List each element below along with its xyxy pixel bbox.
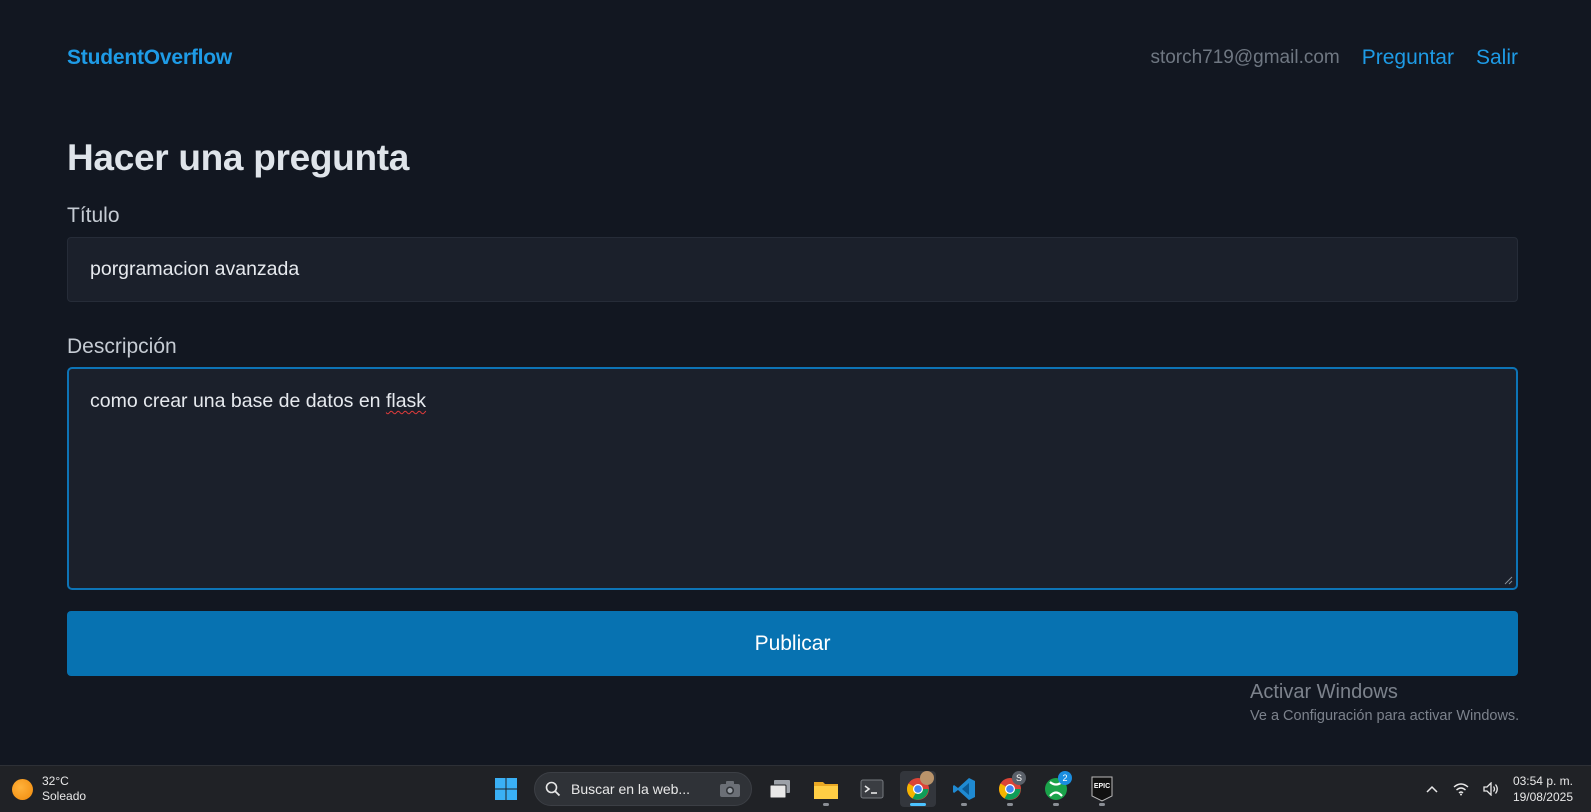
activate-windows-watermark: Activar Windows Ve a Configuración para … [1250,681,1519,724]
weather-temperature: 32°C [42,774,69,788]
sun-icon [12,778,33,800]
running-indicator [1099,803,1105,806]
app-page: StudentOverflow storch719@gmail.com Preg… [0,0,1591,765]
running-indicator [1053,803,1059,806]
top-nav: storch719@gmail.com Preguntar Salir [1150,46,1518,70]
taskbar-search[interactable]: Buscar en la web... [534,772,752,806]
page-title: Hacer una pregunta [67,137,410,178]
title-input[interactable]: porgramacion avanzada [67,237,1518,302]
active-indicator [910,803,926,806]
terminal-button[interactable] [854,771,890,807]
running-indicator [961,803,967,806]
file-explorer-button[interactable] [808,771,844,807]
taskbar: 32°C Soleado Buscar en la web... S 2 EPI… [0,765,1591,812]
logout-link[interactable]: Salir [1476,46,1518,70]
search-icon [545,781,561,797]
epic-games-icon: EPIC [1091,776,1113,802]
watermark-subtitle: Ve a Configuración para activar Windows. [1250,708,1520,724]
clock-time: 03:54 p. m. [1512,774,1573,788]
clock-date: 19/08/2025 [1512,790,1573,804]
windows-logo-icon [495,778,517,800]
camera-search-icon[interactable] [719,780,741,798]
vscode-button[interactable] [946,771,982,807]
chrome-profile-button[interactable]: S [992,771,1028,807]
notification-badge: 2 [1058,771,1072,785]
volume-icon[interactable] [1483,782,1499,796]
title-field-label: Título [67,204,120,227]
resize-handle-icon[interactable] [1503,575,1513,585]
start-button[interactable] [488,771,524,807]
watermark-title: Activar Windows [1250,681,1398,703]
vscode-icon [953,778,975,800]
weather-widget[interactable]: 32°C Soleado [12,774,86,804]
chrome-button[interactable] [900,771,936,807]
xbox-button[interactable]: 2 [1038,771,1074,807]
profile-badge: S [1012,771,1026,785]
folder-icon [814,782,838,799]
profile-avatar-badge [920,771,934,785]
ask-question-link[interactable]: Preguntar [1362,46,1454,70]
task-view-button[interactable] [762,771,798,807]
misspelled-word: flask [385,390,427,412]
description-textarea[interactable]: como crear una base de datos en flask [67,367,1518,590]
description-text: como crear una base de datos en [90,390,386,412]
wifi-icon[interactable] [1453,782,1469,796]
publish-button[interactable]: Publicar [67,611,1518,676]
weather-description: Soleado [42,789,87,803]
search-placeholder: Buscar en la web... [571,781,691,797]
epic-games-button[interactable]: EPIC [1084,771,1120,807]
system-tray: 03:54 p. m. 19/08/2025 [1425,773,1573,805]
clock[interactable]: 03:54 p. m. 19/08/2025 [1513,773,1573,805]
chevron-up-icon[interactable] [1425,784,1439,794]
running-indicator [823,803,829,806]
brand-logo-link[interactable]: StudentOverflow [67,46,232,70]
user-email: storch719@gmail.com [1150,47,1340,68]
taskbar-center: Buscar en la web... S 2 EPIC [488,771,1120,807]
task-view-icon [769,780,790,799]
running-indicator [1007,803,1013,806]
terminal-icon [860,779,884,799]
description-field-label: Descripción [67,335,177,358]
epic-logo-text: EPIC [1094,783,1110,790]
